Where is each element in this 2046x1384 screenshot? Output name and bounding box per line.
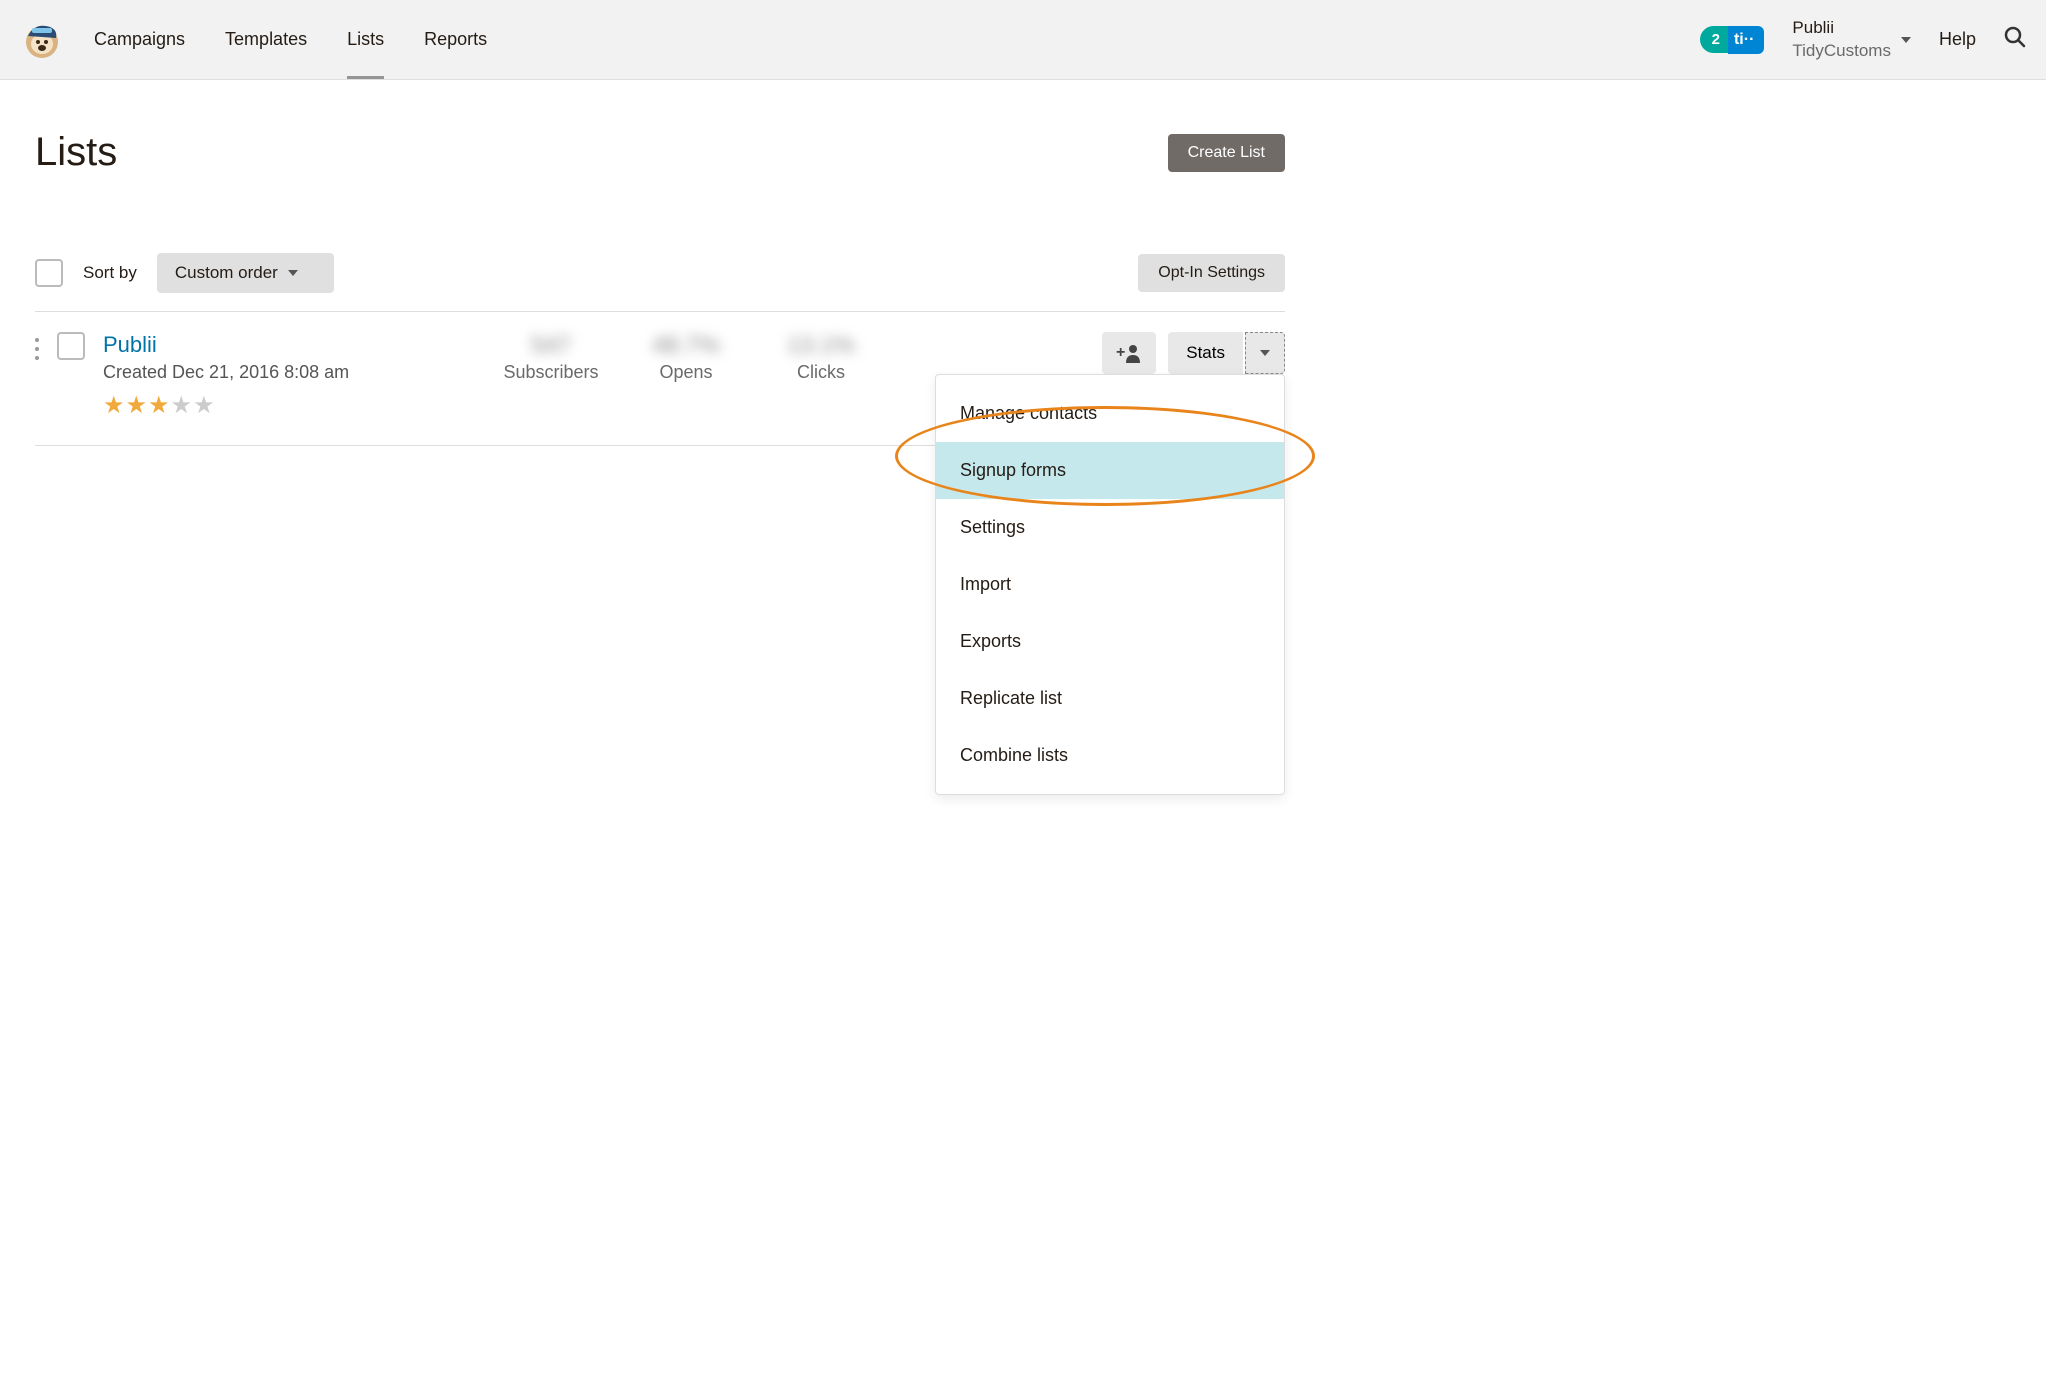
metric-value: 547 <box>531 332 571 360</box>
metric-opens: 48.7% Opens <box>636 332 736 383</box>
star-icon: ★ <box>171 391 193 420</box>
dropdown-manage-contacts[interactable]: Manage contacts <box>936 385 1284 442</box>
star-icon: ★ <box>148 391 170 420</box>
row-checkbox[interactable] <box>57 332 85 360</box>
sort-select[interactable]: Custom order <box>157 253 334 293</box>
list-actions-dropdown: Manage contacts Signup forms Settings Im… <box>935 374 1285 795</box>
row-actions: + Stats <box>1102 332 1285 374</box>
star-icon: ★ <box>103 391 125 420</box>
search-icon[interactable] <box>2004 26 2026 53</box>
page-content: Lists Create List Sort by Custom order O… <box>0 80 1320 446</box>
page-title: Lists <box>35 130 117 175</box>
help-link[interactable]: Help <box>1939 29 1976 50</box>
metric-label: Opens <box>659 362 712 383</box>
sort-value: Custom order <box>175 263 278 283</box>
star-icon: ★ <box>193 391 215 420</box>
chimp-icon <box>20 18 64 62</box>
page-header: Lists Create List <box>35 130 1285 175</box>
dropdown-signup-forms[interactable]: Signup forms <box>936 442 1284 499</box>
nav-campaigns[interactable]: Campaigns <box>94 1 185 78</box>
app-header: Campaigns Templates Lists Reports 2 ti··… <box>0 0 2046 80</box>
dropdown-exports[interactable]: Exports <box>936 613 1284 670</box>
optin-settings-button[interactable]: Opt-In Settings <box>1138 254 1285 292</box>
list-name-link[interactable]: Publii <box>103 332 483 358</box>
list-info: Publii Created Dec 21, 2016 8:08 am ★ ★ … <box>103 332 483 420</box>
svg-text:+: + <box>1116 344 1125 361</box>
metric-label: Subscribers <box>503 362 598 383</box>
chevron-down-icon <box>1260 350 1270 356</box>
list-created: Created Dec 21, 2016 8:08 am <box>103 362 483 383</box>
dropdown-settings[interactable]: Settings <box>936 499 1284 556</box>
metric-label: Clicks <box>797 362 845 383</box>
select-all-checkbox[interactable] <box>35 259 63 287</box>
list-row: Publii Created Dec 21, 2016 8:08 am ★ ★ … <box>35 312 1285 446</box>
metric-subscribers: 547 Subscribers <box>501 332 601 383</box>
add-person-icon: + <box>1116 343 1142 363</box>
account-org: TidyCustoms <box>1792 40 1891 62</box>
dropdown-combine[interactable]: Combine lists <box>936 727 1284 784</box>
account-name: Publii <box>1792 17 1891 39</box>
nav-reports[interactable]: Reports <box>424 1 487 78</box>
nav-lists[interactable]: Lists <box>347 1 384 78</box>
rating-stars: ★ ★ ★ ★ ★ <box>103 391 483 420</box>
notification-badge[interactable]: 2 ti·· <box>1700 26 1765 54</box>
chevron-down-icon <box>288 270 298 276</box>
dropdown-import[interactable]: Import <box>936 556 1284 613</box>
main-nav: Campaigns Templates Lists Reports <box>94 1 1700 78</box>
dropdown-replicate[interactable]: Replicate list <box>936 670 1284 727</box>
metric-value: 13.1% <box>787 332 855 360</box>
stats-button[interactable]: Stats <box>1168 332 1243 374</box>
stats-dropdown-toggle[interactable] <box>1245 332 1285 374</box>
create-list-button[interactable]: Create List <box>1168 134 1285 172</box>
sort-label: Sort by <box>83 263 137 283</box>
nav-templates[interactable]: Templates <box>225 1 307 78</box>
chevron-down-icon <box>1901 37 1911 43</box>
badge-suffix: ti·· <box>1728 26 1764 54</box>
metric-value: 48.7% <box>652 332 720 360</box>
stats-button-group: Stats <box>1168 332 1285 374</box>
badge-count: 2 <box>1700 26 1728 53</box>
mailchimp-logo[interactable] <box>20 18 64 62</box>
drag-handle-icon[interactable] <box>35 332 39 360</box>
account-text: Publii TidyCustoms <box>1792 17 1891 61</box>
star-icon: ★ <box>126 391 148 420</box>
header-right: 2 ti·· Publii TidyCustoms Help <box>1700 17 2026 61</box>
account-menu[interactable]: Publii TidyCustoms <box>1792 17 1911 61</box>
metric-clicks: 13.1% Clicks <box>771 332 871 383</box>
list-toolbar: Sort by Custom order Opt-In Settings <box>35 235 1285 312</box>
add-contact-button[interactable]: + <box>1102 332 1156 374</box>
